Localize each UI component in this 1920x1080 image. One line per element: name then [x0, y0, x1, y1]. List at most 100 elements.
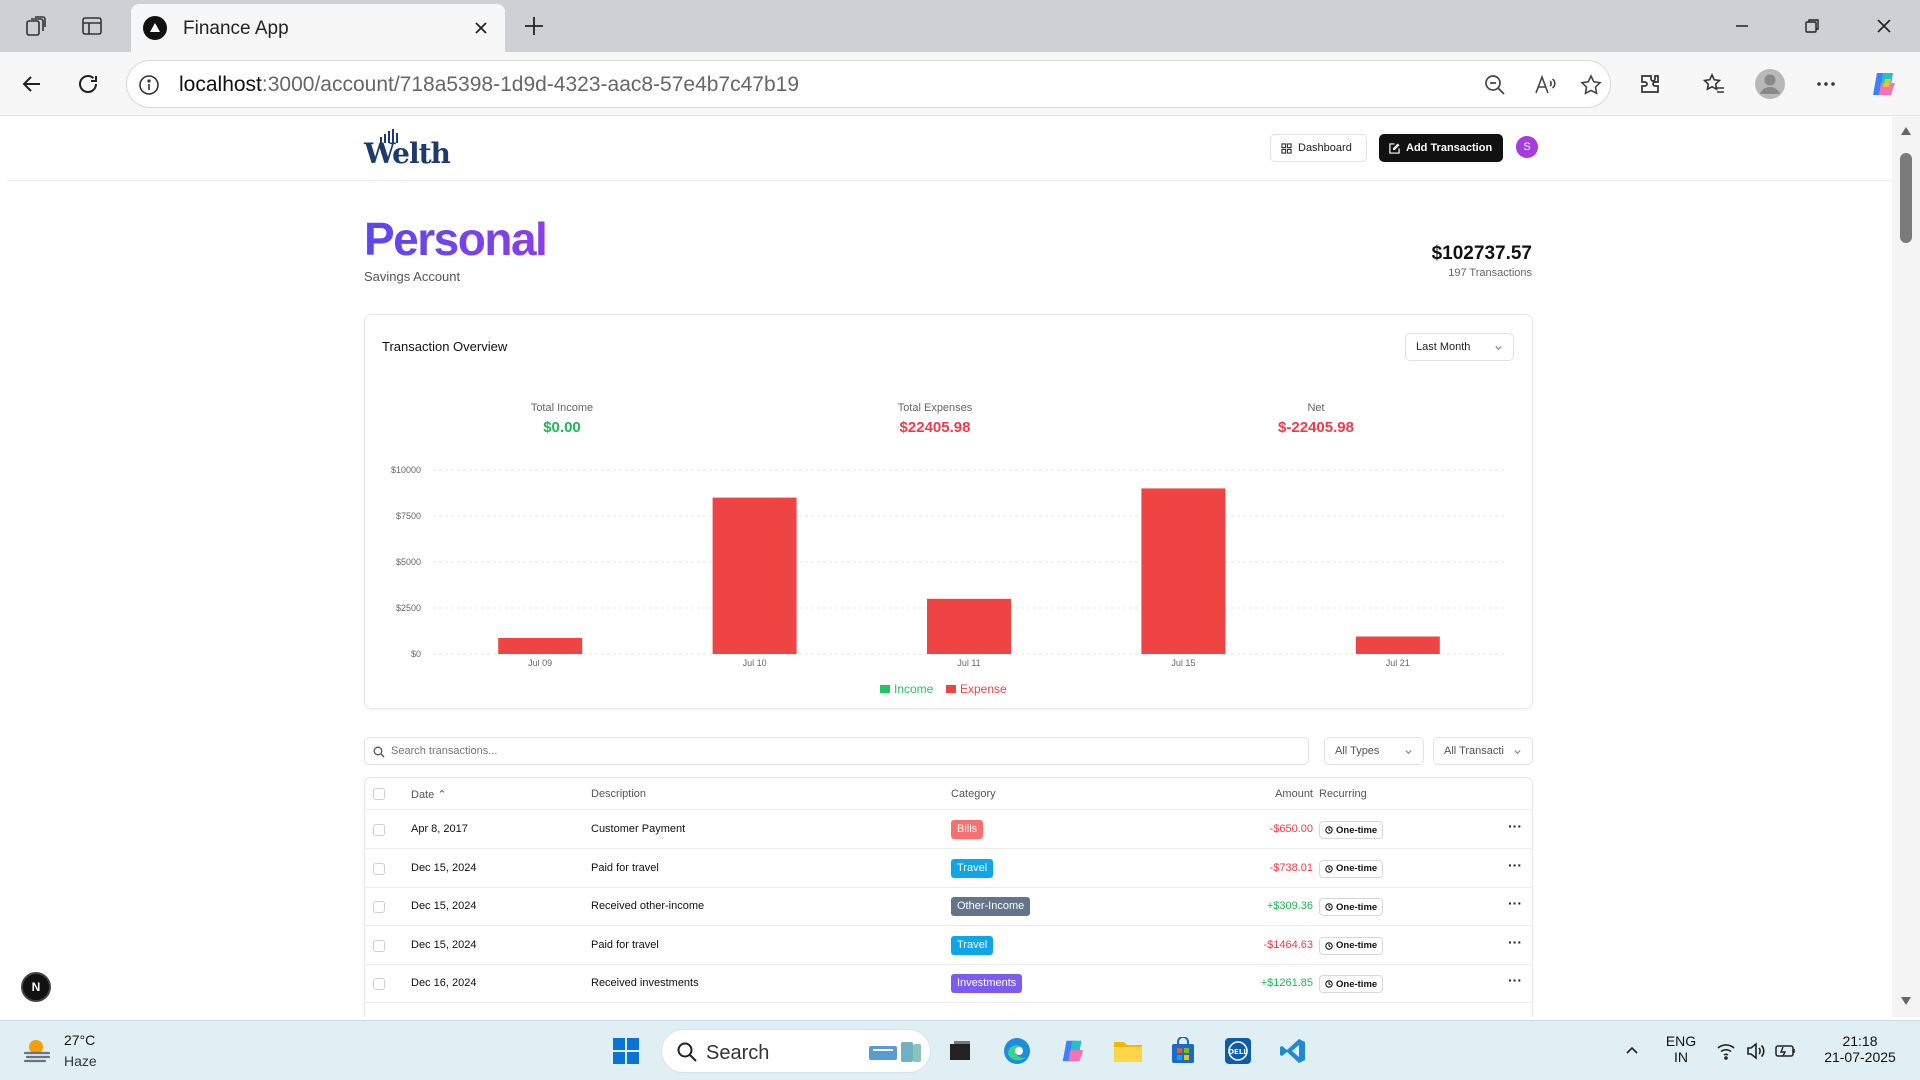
y-tick-label: $7500	[396, 511, 421, 521]
start-windows-icon[interactable]	[608, 1033, 644, 1069]
table-row[interactable]: Dec 15, 2024 Paid for travel Travel -$1464.…	[365, 927, 1532, 965]
language-region: IN	[1674, 1049, 1688, 1065]
taskbar-search[interactable]: Search	[661, 1029, 931, 1073]
recurring-label: One-time	[1336, 940, 1378, 951]
vscode-icon[interactable]	[1275, 1033, 1311, 1069]
dell-app-icon[interactable]: DELL	[1220, 1033, 1256, 1069]
bar-expense	[712, 497, 797, 654]
bar-expense	[1355, 636, 1440, 654]
file-explorer-icon[interactable]	[1110, 1033, 1146, 1069]
transaction-overview-card: Transaction Overview Last Month Total In…	[364, 314, 1533, 709]
search-input[interactable]: Search transactions...	[364, 737, 1309, 765]
site-info-icon[interactable]	[137, 73, 161, 97]
bar-expense	[1141, 488, 1226, 654]
back-icon[interactable]	[16, 68, 48, 100]
account-balance: $102737.57	[1431, 243, 1532, 264]
browser-address-bar: localhost:3000/account/718a5398-1d9d-432…	[0, 52, 1920, 116]
page-viewport: Welth Dashboard Add Transaction S Person…	[7, 117, 1892, 1017]
table-header: Date ⌃ Description Category Amount Recur…	[365, 778, 1532, 810]
category-badge: Bills	[951, 820, 984, 839]
row-date: Dec 16, 2024	[411, 977, 477, 989]
row-amount: -$650.00	[1269, 823, 1313, 835]
close-tab-icon[interactable]	[467, 14, 495, 42]
new-tab-icon[interactable]	[518, 10, 550, 42]
amount-header[interactable]: Amount	[1275, 788, 1313, 800]
row-actions-icon[interactable]: ···	[1507, 896, 1523, 913]
read-aloud-icon[interactable]	[1531, 71, 1559, 99]
copilot-app-icon[interactable]	[1055, 1033, 1091, 1069]
zoom-out-icon[interactable]	[1481, 71, 1509, 99]
expense-bar-chart: $10000 $7500 $5000 $2500 $0 Jul 09 Jul 10 Jul 1…	[391, 465, 1505, 696]
microsoft-store-icon[interactable]	[1165, 1033, 1201, 1069]
edge-browser-icon[interactable]	[999, 1033, 1035, 1069]
minimize-icon[interactable]	[1722, 8, 1762, 44]
url-field[interactable]: localhost:3000/account/718a5398-1d9d-432…	[126, 60, 1611, 108]
nextjs-dev-badge[interactable]: N	[21, 972, 51, 1002]
row-checkbox[interactable]	[373, 939, 385, 952]
url-host: localhost	[179, 73, 262, 96]
page-scrollbar[interactable]	[1892, 117, 1920, 1017]
battery-icon[interactable]	[1768, 1033, 1804, 1069]
clock[interactable]: 21:18 21-07-2025	[1810, 1033, 1910, 1065]
table-row[interactable]: Dec 16, 2024 Received investments Investme…	[365, 965, 1532, 1003]
scroll-thumb[interactable]	[1900, 153, 1912, 243]
recurring-header[interactable]: Recurring	[1319, 788, 1367, 800]
row-checkbox[interactable]	[373, 901, 385, 913]
row-actions-icon[interactable]: ···	[1507, 819, 1523, 836]
add-transaction-button[interactable]: Add Transaction	[1379, 134, 1503, 162]
task-view-icon[interactable]	[942, 1033, 978, 1069]
row-date: Dec 15, 2024	[411, 900, 477, 912]
table-row[interactable]: Apr 8, 2017 Customer Payment Bills -$650.00…	[365, 811, 1532, 849]
vertical-tabs-icon[interactable]	[76, 10, 108, 42]
date-header[interactable]: Date ⌃	[411, 788, 447, 801]
chevron-down-icon	[1405, 749, 1412, 754]
user-avatar[interactable]: S	[1516, 136, 1538, 158]
dashboard-button[interactable]: Dashboard	[1270, 134, 1367, 162]
row-actions-icon[interactable]: ···	[1507, 935, 1523, 952]
refresh-icon[interactable]	[72, 68, 104, 100]
haze-weather-icon[interactable]	[22, 1035, 54, 1067]
browser-tab-active[interactable]: Finance App	[131, 4, 505, 52]
tray-chevron-up-icon[interactable]	[1614, 1033, 1650, 1069]
recurring-label: One-time	[1336, 824, 1378, 836]
profile-icon[interactable]	[1754, 68, 1786, 100]
favorites-icon[interactable]	[1698, 68, 1730, 100]
restore-icon[interactable]	[1792, 8, 1832, 44]
x-tick-label: Jul 11	[957, 658, 980, 668]
type-filter-select[interactable]: All Types	[1324, 737, 1424, 765]
description-header[interactable]: Description	[591, 788, 646, 800]
clock-time: 21:18	[1842, 1033, 1878, 1049]
row-actions-icon[interactable]: ···	[1507, 973, 1523, 990]
row-actions-icon[interactable]: ···	[1507, 858, 1523, 875]
row-checkbox[interactable]	[373, 862, 385, 875]
taskbar-search-label: Search	[706, 1042, 770, 1064]
workspaces-icon[interactable]	[20, 10, 52, 42]
scroll-up-icon[interactable]	[1898, 123, 1914, 139]
search-placeholder: Search transactions...	[391, 745, 498, 757]
pen-icon	[1389, 142, 1400, 154]
favorite-star-icon[interactable]	[1577, 71, 1605, 99]
legend-label: Expense	[960, 682, 1007, 696]
y-tick-label: $10000	[391, 465, 421, 475]
row-checkbox[interactable]	[373, 824, 385, 836]
table-row[interactable]: Dec 15, 2024 Paid for travel Travel -$738.0…	[365, 850, 1532, 888]
scroll-down-icon[interactable]	[1898, 993, 1914, 1009]
select-all-checkbox[interactable]	[373, 788, 385, 800]
row-checkbox[interactable]	[373, 978, 385, 990]
close-window-icon[interactable]	[1864, 8, 1904, 44]
language-indicator[interactable]: ENG IN	[1664, 1033, 1698, 1065]
row-date: Dec 15, 2024	[411, 938, 477, 951]
recurring-filter-select[interactable]: All Transacti	[1433, 737, 1533, 765]
copilot-icon[interactable]	[1868, 68, 1900, 100]
category-header[interactable]: Category	[951, 788, 996, 800]
legend-swatch	[946, 685, 956, 693]
row-description: Received other-income	[591, 900, 705, 912]
recurring-label: One-time	[1336, 863, 1378, 874]
row-description: Received investments	[591, 977, 699, 989]
extensions-icon[interactable]	[1634, 68, 1666, 100]
date-header-label: Date	[411, 789, 435, 801]
table-row[interactable]: Dec 15, 2024 Received other-income Other-I…	[365, 888, 1532, 926]
more-menu-icon[interactable]	[1810, 68, 1842, 100]
recurring-label: One-time	[1336, 978, 1378, 990]
chevron-down-icon	[1514, 749, 1521, 754]
